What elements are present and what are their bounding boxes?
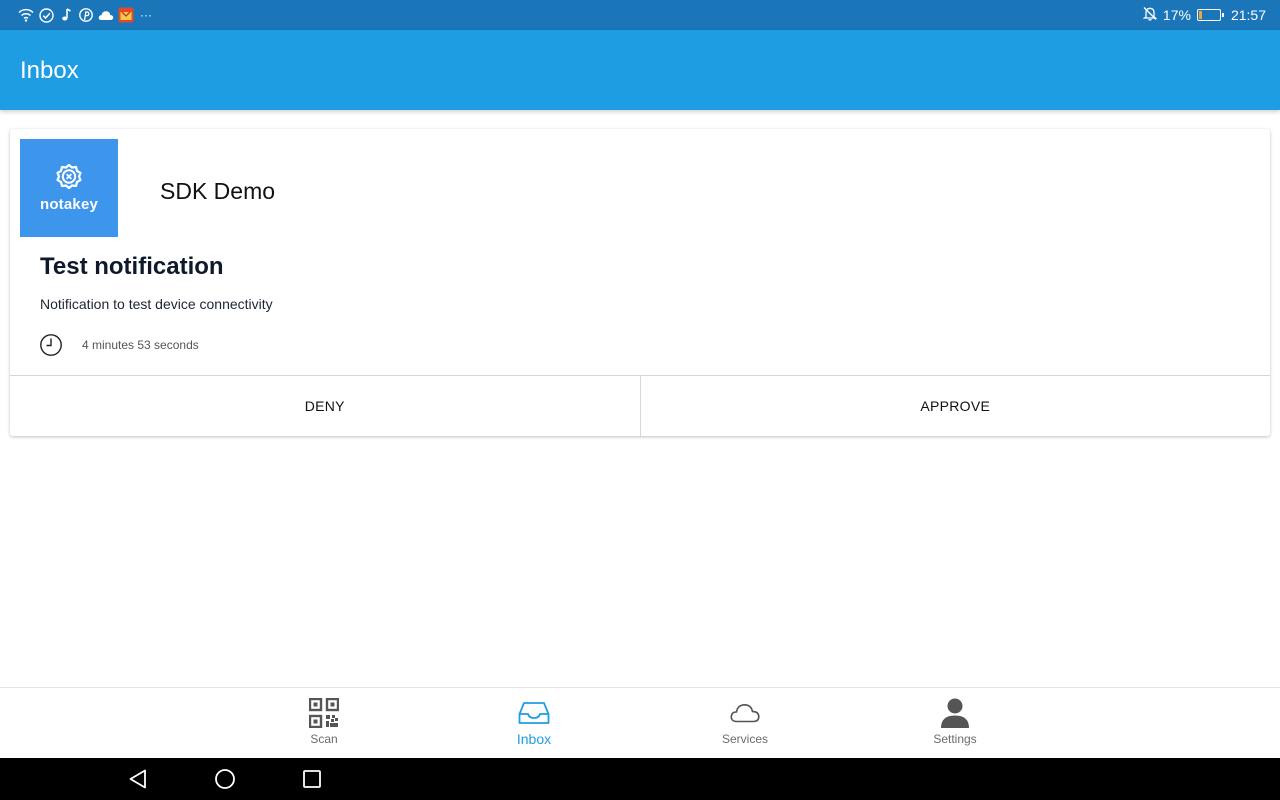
- bottom-navigation: Scan Inbox Services Settings: [0, 687, 1280, 758]
- nav-label-services: Services: [721, 732, 768, 746]
- page-title: Inbox: [20, 57, 79, 84]
- status-time: 21:57: [1230, 7, 1266, 23]
- nav-item-services[interactable]: Services: [690, 688, 800, 758]
- cloud-icon: [729, 697, 761, 729]
- notakey-logo-icon: [52, 163, 86, 198]
- service-name: SDK Demo: [160, 178, 276, 204]
- wifi-icon: [18, 7, 34, 23]
- cloud-icon: [98, 7, 114, 23]
- inbox-tray-icon: [518, 697, 550, 729]
- nav-item-settings[interactable]: Settings: [900, 688, 1010, 758]
- nav-label-scan: Scan: [310, 732, 338, 746]
- action-bar: DENY APPROVE: [10, 375, 1270, 436]
- nav-label-settings: Settings: [933, 732, 977, 746]
- status-bar: ··· 17% 21:57: [0, 0, 1280, 30]
- recents-square-icon[interactable]: [300, 767, 324, 791]
- service-logo: notakey: [20, 139, 118, 237]
- nav-label-inbox: Inbox: [516, 731, 552, 747]
- elapsed-time: 4 minutes 53 seconds: [82, 338, 199, 352]
- nav-item-inbox[interactable]: Inbox: [479, 688, 589, 758]
- clock-icon: [39, 333, 63, 357]
- notification-card: notakey SDK Demo Test notification Notif…: [10, 129, 1270, 436]
- battery-icon: [1196, 9, 1224, 21]
- pinterest-icon: [78, 7, 94, 23]
- status-icons-left: ···: [18, 6, 152, 24]
- app-notification-icon: [118, 7, 134, 23]
- home-circle-icon[interactable]: [213, 767, 237, 791]
- bell-off-icon: [1142, 6, 1158, 24]
- status-icons-right: 17% 21:57: [1142, 6, 1266, 24]
- app-bar: Inbox: [0, 30, 1280, 110]
- person-icon: [939, 697, 971, 729]
- deny-button[interactable]: DENY: [10, 376, 641, 436]
- music-note-icon: [58, 7, 74, 23]
- notification-title: Test notification: [40, 253, 224, 280]
- more-dots-icon: ···: [140, 8, 152, 22]
- check-circle-icon: [38, 7, 54, 23]
- notification-body: Notification to test device connectivity: [40, 296, 273, 312]
- battery-percent: 17%: [1162, 7, 1191, 23]
- approve-button[interactable]: APPROVE: [640, 376, 1270, 436]
- logo-wordmark: notakey: [39, 196, 99, 213]
- back-triangle-icon[interactable]: [126, 767, 150, 791]
- qr-code-icon: [308, 697, 340, 729]
- nav-item-scan[interactable]: Scan: [269, 688, 379, 758]
- system-navigation-bar: [0, 758, 1280, 800]
